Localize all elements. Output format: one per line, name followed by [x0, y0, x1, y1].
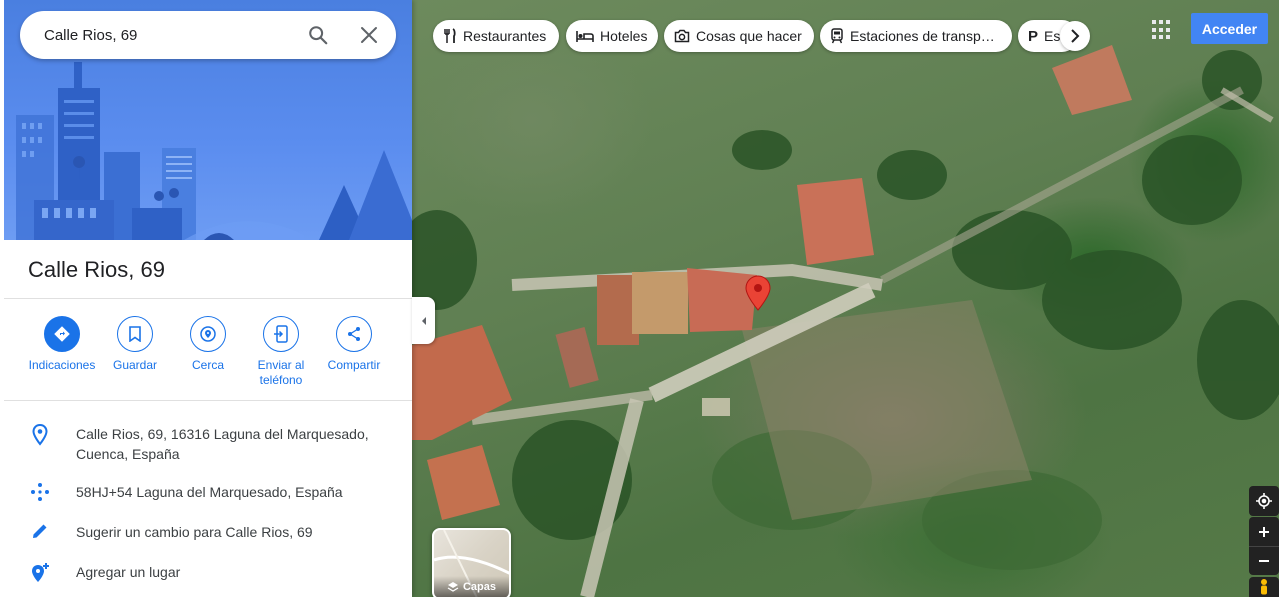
- layers-icon: [447, 582, 459, 592]
- bookmark-icon: [129, 326, 141, 342]
- plus-code-text: 58HJ+54 Laguna del Marquesado, España: [76, 484, 343, 500]
- chip-label: Hoteles: [600, 28, 648, 44]
- send-to-phone-label: Enviar al teléfono: [257, 358, 305, 387]
- search-box: [20, 11, 396, 59]
- chevron-left-icon: [421, 316, 426, 325]
- clear-search-button[interactable]: [355, 21, 383, 49]
- sign-in-button[interactable]: Acceder: [1191, 13, 1268, 44]
- directions-icon: [54, 326, 70, 342]
- chip-label: Es: [1044, 28, 1061, 44]
- add-place-text: Agregar un lugar: [76, 564, 181, 580]
- chip-label: Estaciones de transp…: [850, 28, 995, 44]
- chip-hotels[interactable]: Hoteles: [566, 20, 658, 52]
- zoom-out-button[interactable]: [1249, 546, 1279, 575]
- location-pin-icon: [32, 424, 48, 446]
- place-title: Calle Rios, 69: [28, 257, 165, 282]
- directions-circle: [44, 316, 80, 352]
- share-icon: [348, 327, 360, 341]
- chip-things-to-do[interactable]: Cosas que hacer: [664, 20, 814, 52]
- nearby-circle: [190, 316, 226, 352]
- directions-button[interactable]: Indicaciones: [26, 316, 98, 373]
- minus-icon: [1259, 560, 1269, 562]
- add-location-icon: [32, 563, 49, 582]
- camera-icon: [674, 29, 690, 43]
- directions-label: Indicaciones: [28, 358, 96, 372]
- search-icon: [309, 26, 328, 45]
- nearby-icon: [200, 326, 216, 342]
- save-circle: [117, 316, 153, 352]
- my-location-button[interactable]: [1249, 486, 1279, 516]
- collapse-panel-button[interactable]: [412, 297, 435, 344]
- map-imagery: [412, 45, 1279, 597]
- save-button[interactable]: Guardar: [99, 316, 171, 373]
- address-row[interactable]: Calle Rios, 69, 16316 Laguna del Marques…: [4, 424, 412, 464]
- plus-code-row[interactable]: 58HJ+54 Laguna del Marquesado, España: [4, 482, 412, 502]
- save-label: Guardar: [112, 358, 158, 372]
- chips-next-button[interactable]: [1060, 21, 1090, 51]
- send-to-phone-icon: [274, 325, 288, 343]
- send-to-phone-button[interactable]: Enviar al teléfono: [245, 316, 317, 388]
- layers-button[interactable]: Capas: [432, 528, 511, 597]
- share-label: Compartir: [327, 358, 381, 372]
- search-button[interactable]: [304, 21, 332, 49]
- bed-icon: [576, 31, 594, 42]
- pencil-icon: [33, 524, 47, 538]
- close-icon: [361, 27, 377, 43]
- train-icon: [831, 28, 843, 44]
- chip-label: Cosas que hacer: [696, 28, 802, 44]
- share-circle: [336, 316, 372, 352]
- share-button[interactable]: Compartir: [318, 316, 390, 373]
- chip-restaurants[interactable]: Restaurantes: [433, 20, 559, 52]
- chip-transit[interactable]: Estaciones de transp…: [820, 20, 1012, 52]
- street-view-pegman[interactable]: [1249, 577, 1279, 597]
- send-to-phone-circle: [263, 316, 299, 352]
- zoom-in-button[interactable]: [1249, 517, 1279, 546]
- parking-icon: P: [1028, 27, 1039, 45]
- chevron-right-icon: [1071, 29, 1080, 43]
- suggest-edit-text: Sugerir un cambio para Calle Rios, 69: [76, 524, 313, 540]
- divider: [4, 298, 412, 299]
- nearby-button[interactable]: Cerca: [172, 316, 244, 373]
- search-input[interactable]: [44, 23, 304, 47]
- address-text: Calle Rios, 69, 16316 Laguna del Marques…: [76, 426, 369, 462]
- layers-label-wrap: Capas: [434, 576, 509, 597]
- pegman-icon: [1261, 579, 1267, 595]
- apps-grid-button[interactable]: [1152, 20, 1172, 40]
- chip-label: Restaurantes: [463, 28, 547, 44]
- divider: [4, 400, 412, 401]
- plus-code-icon: [31, 483, 49, 501]
- fork-knife-icon: [444, 28, 456, 43]
- add-place-row[interactable]: Agregar un lugar: [4, 562, 412, 584]
- suggest-edit-row[interactable]: Sugerir un cambio para Calle Rios, 69: [4, 522, 412, 542]
- plus-icon: [1259, 526, 1269, 537]
- satellite-map[interactable]: [412, 0, 1279, 597]
- layers-label: Capas: [462, 581, 497, 593]
- nearby-label: Cerca: [191, 358, 224, 372]
- my-location-icon: [1256, 493, 1272, 509]
- side-panel: Calle Rios, 69 Indicaciones Guardar Cerc…: [0, 0, 412, 597]
